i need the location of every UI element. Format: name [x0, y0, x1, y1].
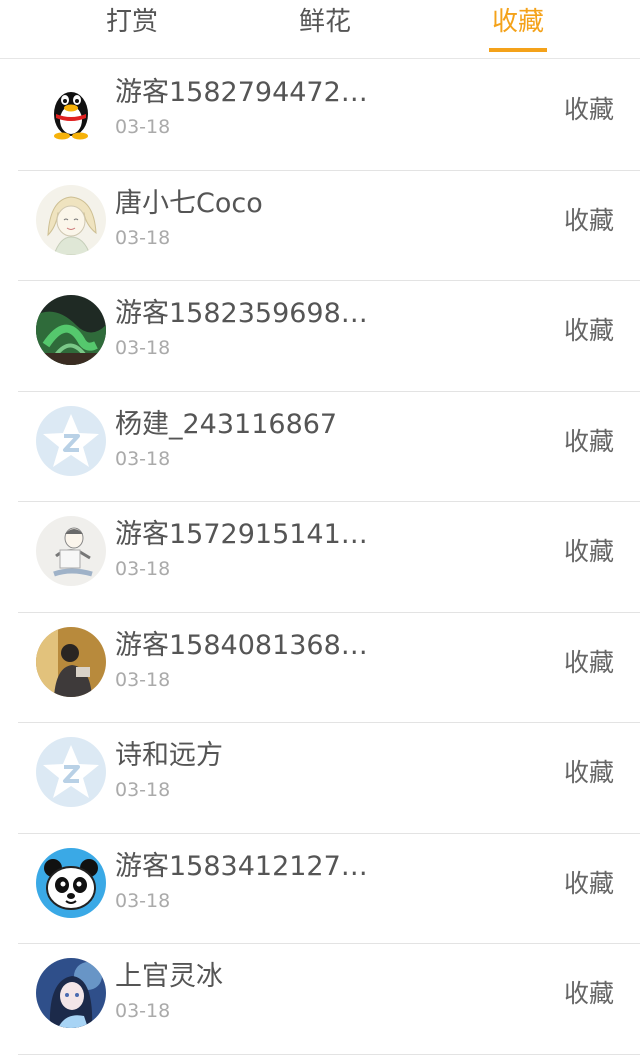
item-date: 03-18: [115, 337, 171, 359]
list-item[interactable]: 游客1584081368… 03-18 收藏: [18, 613, 640, 723]
active-tab-indicator: [489, 48, 547, 52]
list-item[interactable]: 诗和远方 03-18 收藏: [18, 723, 640, 834]
user-name: 诗和远方: [115, 740, 223, 771]
anime-girl-avatar: [36, 958, 106, 1028]
tab-favorites[interactable]: 收藏: [458, 4, 578, 44]
sketch-boy-avatar: [36, 516, 106, 586]
user-name: 杨建_243116867: [115, 408, 338, 440]
list-item[interactable]: 游客1572915141… 03-18 收藏: [18, 502, 640, 613]
list-item[interactable]: 游客1583412127… 03-18 收藏: [18, 834, 640, 944]
list-item[interactable]: 游客1582359698… 03-18 收藏: [18, 281, 640, 392]
item-date: 03-18: [115, 668, 171, 691]
photo-person-avatar: [36, 626, 106, 697]
item-date: 03-18: [115, 779, 171, 801]
panda-avatar: [36, 847, 106, 918]
user-name: 唐小七Coco: [115, 187, 263, 219]
item-date: 03-18: [115, 116, 171, 138]
list-item[interactable]: 游客1582794472… 03-18 收藏: [18, 60, 640, 171]
default-star-avatar: [36, 737, 106, 807]
favorite-label: 收藏: [563, 979, 614, 1008]
favorites-list: 游客1582794472… 03-18 收藏 唐小七Coco 03-18 收藏: [0, 60, 640, 1055]
user-name: 上官灵冰: [115, 961, 223, 992]
aurora-avatar: [36, 295, 106, 365]
list-item[interactable]: 杨建_243116867 03-18 收藏: [18, 392, 640, 502]
tab-reward[interactable]: 打赏: [72, 4, 192, 44]
user-name: 游客1582794472…: [115, 77, 368, 108]
tab-flowers[interactable]: 鲜花: [265, 4, 385, 44]
favorite-label: 收藏: [563, 537, 614, 566]
sketch-girl-avatar: [36, 184, 106, 255]
user-name: 游客1584081368…: [115, 629, 368, 661]
list-item[interactable]: 上官灵冰 03-18 收藏: [18, 944, 640, 1055]
user-name: 游客1572915141…: [115, 519, 368, 550]
favorite-label: 收藏: [563, 95, 614, 124]
favorite-label: 收藏: [563, 205, 614, 235]
item-date: 03-18: [115, 447, 171, 470]
user-name: 游客1583412127…: [115, 850, 368, 882]
list-item[interactable]: 唐小七Coco 03-18 收藏: [18, 171, 640, 281]
favorite-label: 收藏: [563, 316, 614, 345]
item-date: 03-18: [115, 558, 171, 580]
user-name: 游客1582359698…: [115, 298, 368, 329]
favorite-label: 收藏: [563, 426, 614, 456]
qq-penguin-icon: [36, 74, 106, 144]
favorite-label: 收藏: [563, 758, 614, 787]
item-date: 03-18: [115, 226, 171, 249]
favorite-label: 收藏: [563, 868, 614, 898]
default-star-avatar: [36, 405, 106, 476]
favorite-label: 收藏: [563, 647, 614, 677]
tab-bar: 打赏 鲜花 收藏: [0, 0, 640, 59]
item-date: 03-18: [115, 1000, 171, 1022]
item-date: 03-18: [115, 889, 171, 912]
